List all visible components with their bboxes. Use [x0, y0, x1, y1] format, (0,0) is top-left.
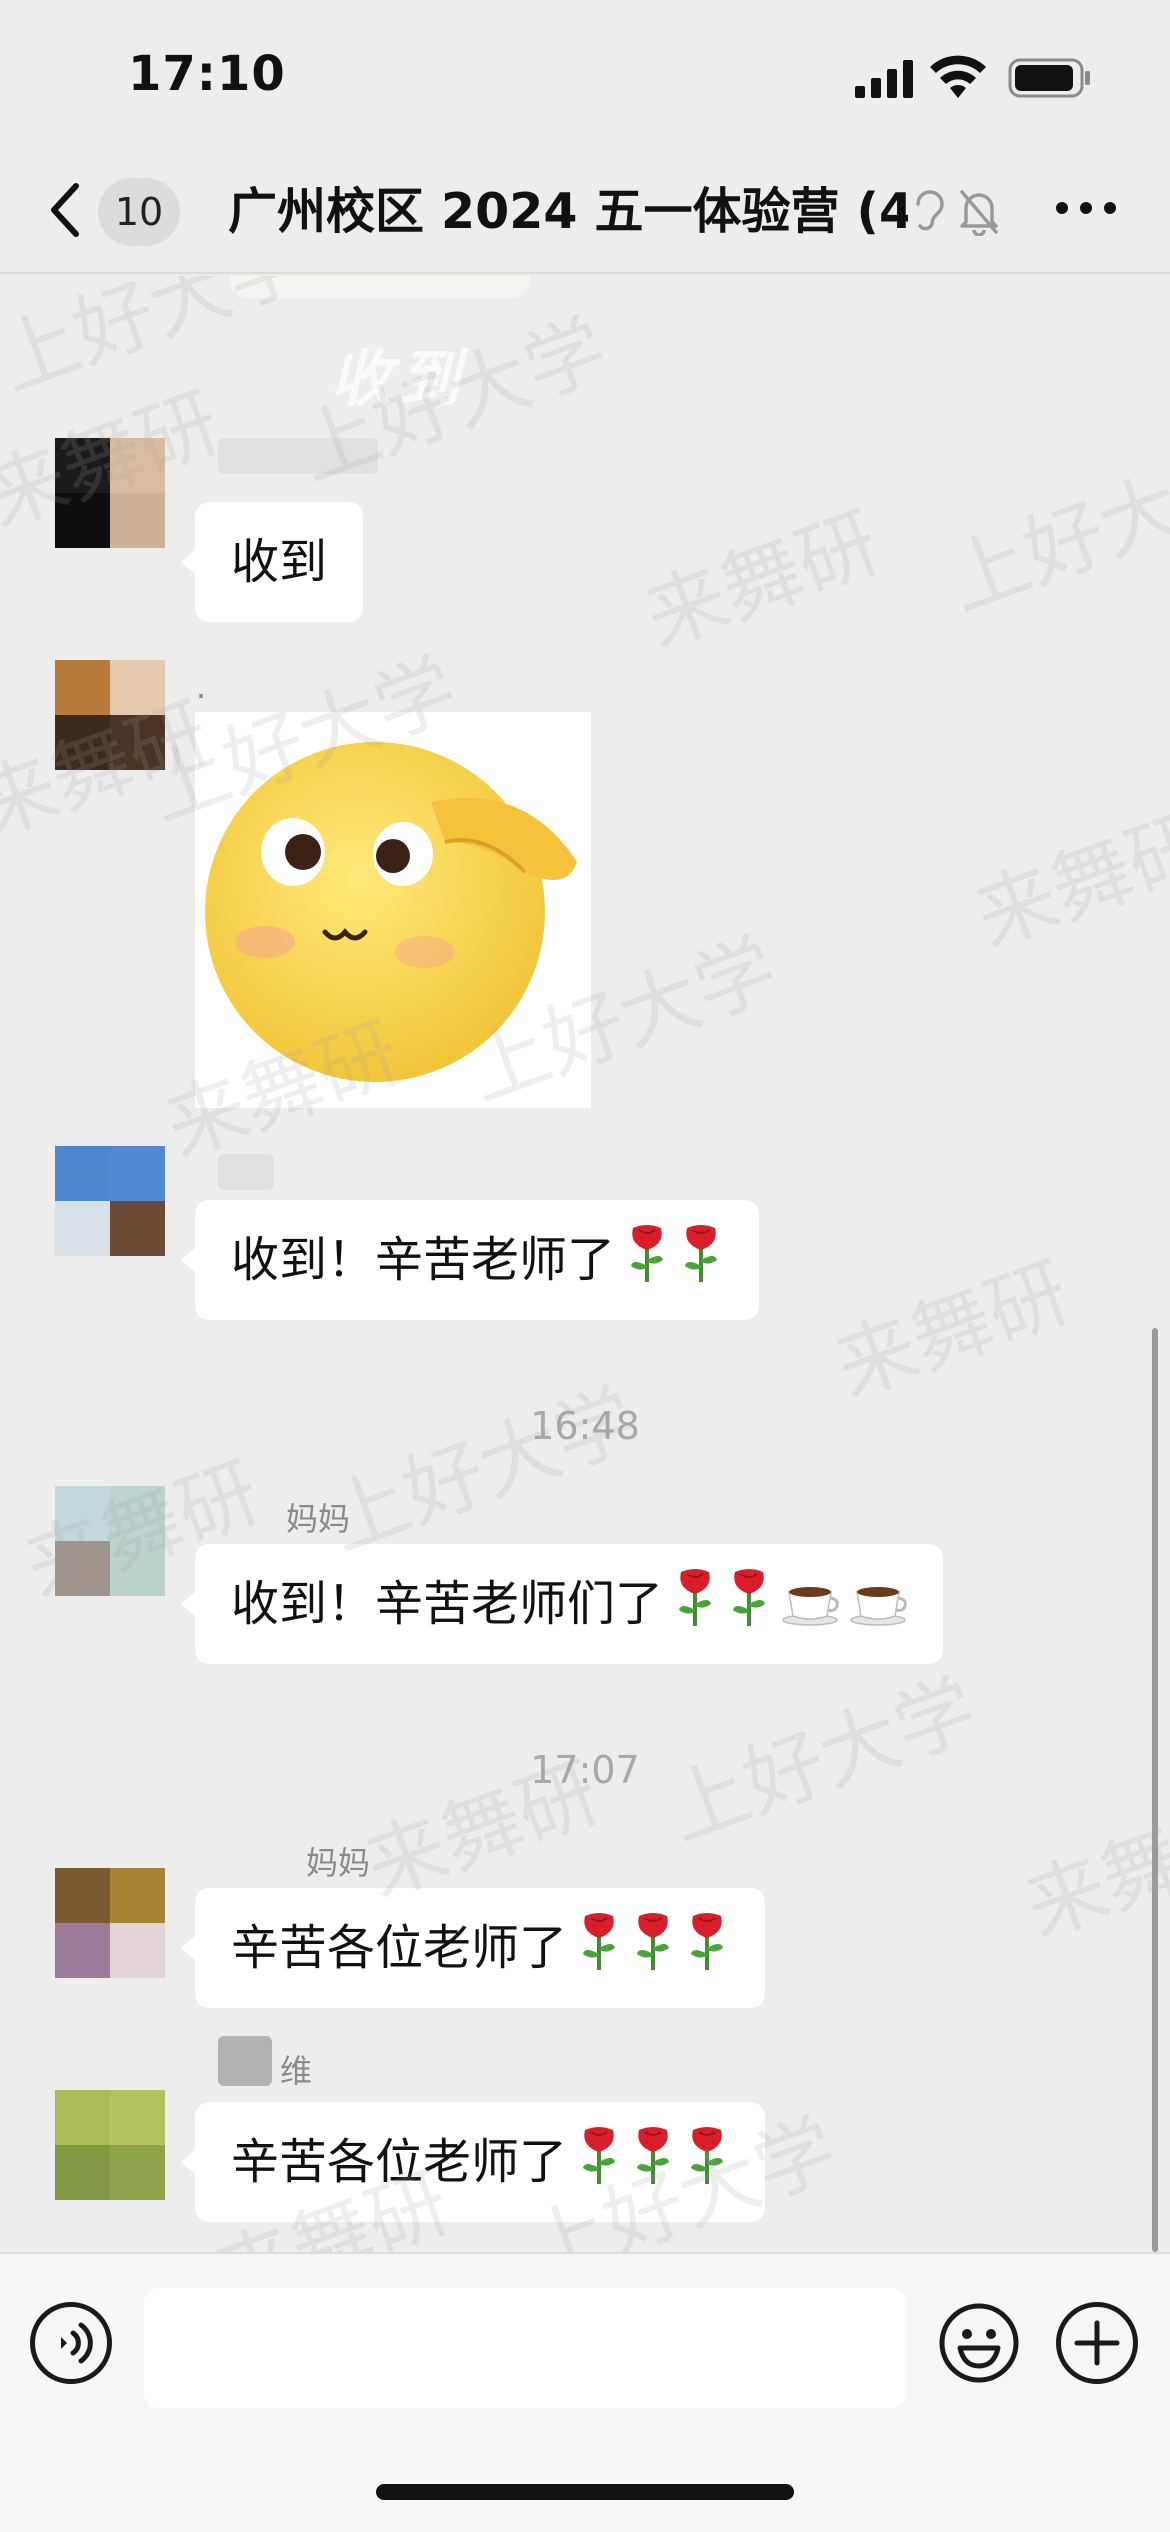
rose-emoji-icon — [637, 2127, 670, 2184]
unread-count-badge[interactable]: 10 — [98, 178, 180, 246]
wifi-icon — [930, 55, 986, 98]
rose-emoji-icon — [583, 1913, 616, 1970]
battery-icon — [1008, 58, 1090, 98]
sender-name-blurred — [218, 438, 378, 474]
rose-emoji-icon — [637, 1913, 670, 1970]
message-input[interactable] — [144, 2288, 906, 2408]
message-text: 辛苦各位老师了 — [231, 1920, 568, 1976]
voice-wave-icon — [61, 2322, 93, 2364]
more-options-icon[interactable] — [1054, 196, 1118, 220]
plus-icon — [1074, 2320, 1120, 2366]
salute-emoji-sticker[interactable] — [195, 712, 591, 1108]
rose-emoji-icon — [691, 2127, 724, 2184]
avatar[interactable] — [55, 438, 165, 548]
timestamp: 16:48 — [530, 1404, 640, 1448]
watermark: 来舞研 — [963, 795, 1170, 965]
message-bubble[interactable]: 收到！辛苦老师了 — [180, 1200, 760, 1320]
message-bubble[interactable]: 辛苦各位老师了 — [180, 1888, 766, 2008]
sender-name: 维 — [280, 2052, 313, 2090]
avatar[interactable] — [55, 2090, 165, 2200]
sender-name: 妈妈 — [306, 1844, 371, 1882]
message-text: 收到！辛苦老师了 — [231, 1232, 616, 1288]
back-chevron-icon[interactable] — [44, 180, 84, 240]
message-text: 辛苦各位老师了 — [231, 2134, 568, 2190]
status-bar: 17:10 — [0, 0, 1170, 150]
avatar[interactable] — [55, 1146, 165, 1256]
hot-beverage-emoji-icon — [782, 1587, 839, 1626]
message-bubble[interactable]: 辛苦各位老师了 — [180, 2102, 766, 2222]
avatar[interactable] — [55, 660, 165, 770]
status-time: 17:10 — [128, 46, 286, 102]
rose-emoji-icon — [691, 1913, 724, 1970]
watermark: 上好大学 — [315, 1371, 649, 1569]
cellular-signal-icon — [855, 60, 913, 98]
more-actions-button[interactable] — [1056, 2302, 1138, 2384]
sender-name-blurred — [218, 2036, 272, 2086]
message-text: 收到！辛苦老师们了 — [231, 1576, 664, 1632]
rose-emoji-icon — [679, 1569, 712, 1626]
watermark: 上好大学 — [935, 431, 1170, 629]
home-indicator[interactable] — [376, 2484, 794, 2500]
timestamp: 17:07 — [530, 1748, 640, 1792]
message-bubble[interactable]: 收到！辛苦老师们了 — [180, 1544, 944, 1664]
rose-emoji-icon — [733, 1569, 766, 1626]
sender-name-blurred — [218, 1154, 274, 1190]
emoji-picker-icon[interactable] — [938, 2302, 1020, 2384]
rose-emoji-icon — [583, 2127, 616, 2184]
hot-beverage-emoji-icon — [850, 1587, 907, 1626]
message-text: 收到 — [231, 534, 328, 590]
rose-emoji-icon — [631, 1225, 664, 1282]
watermark: 来舞研 — [1013, 1785, 1170, 1955]
partial-sticker — [230, 276, 530, 298]
sticker-caption: 收到 — [330, 342, 467, 415]
sender-name: 妈妈 — [286, 1500, 351, 1538]
chat-title: 广州校区 2024 五一体验营 (43) — [228, 183, 908, 240]
chat-header: 10 广州校区 2024 五一体验营 (43) — [0, 150, 1170, 274]
avatar[interactable] — [55, 1868, 165, 1978]
watermark: 来舞研 — [633, 495, 891, 665]
rose-emoji-icon — [685, 1225, 718, 1282]
voice-input-button[interactable] — [30, 2302, 112, 2384]
salute-face-icon — [205, 742, 577, 1082]
avatar[interactable] — [55, 1486, 165, 1596]
watermark: 来舞研 — [823, 1245, 1081, 1415]
scrollbar[interactable] — [1152, 1328, 1158, 2252]
message-list[interactable]: 收到 收到 . 收到！辛苦老师了 16:48 妈妈 收到！辛苦老师们了 17:0… — [0, 276, 1170, 2252]
sender-name: . — [196, 668, 207, 706]
mute-notifications-icon — [960, 190, 998, 236]
message-bubble[interactable]: 收到 — [180, 502, 364, 622]
earpiece-mode-icon — [916, 190, 944, 231]
